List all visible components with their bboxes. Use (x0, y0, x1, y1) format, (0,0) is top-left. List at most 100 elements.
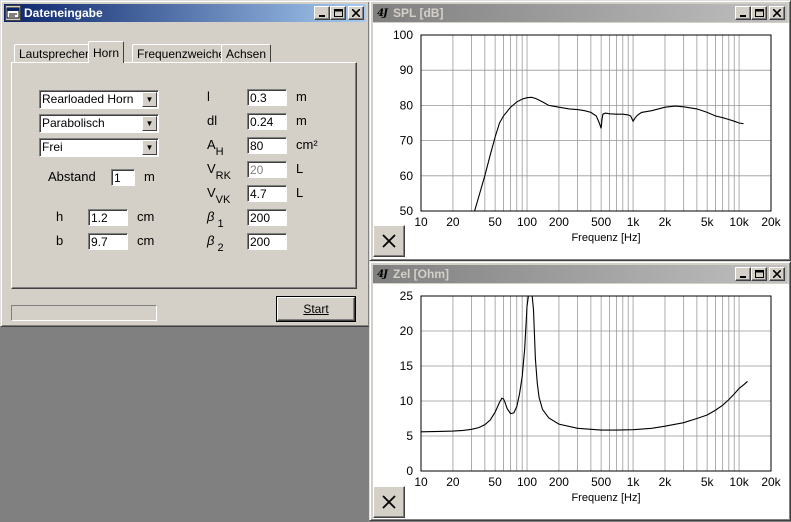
close-button[interactable] (769, 267, 785, 281)
dateneingabe-titlebar[interactable]: Dateneingabe (4, 4, 366, 22)
x-tick-label: 200 (549, 215, 569, 229)
param-dl-unit: m (296, 113, 307, 128)
spl-window: 4J SPL [dB] 50 60 70 80 90 100 10 20 50 100 200 500… (369, 0, 791, 261)
close-icon (382, 234, 396, 248)
minimize-button[interactable] (735, 267, 751, 281)
abstand-input[interactable]: 1 (111, 169, 135, 186)
minimize-button[interactable] (735, 6, 751, 20)
tab-frequenzweiche[interactable]: Frequenzweiche (132, 44, 231, 63)
param-vvk-label: VVK (207, 185, 231, 206)
x-tick-label: 1k (627, 475, 641, 489)
x-tick-label: 10 (414, 475, 428, 489)
y-tick-label: 100 (393, 28, 413, 42)
maximize-button[interactable] (330, 6, 346, 20)
param-vvk-unit: L (296, 185, 304, 200)
param-ah-input[interactable]: 80 (247, 137, 287, 154)
close-icon (382, 495, 396, 509)
x-tick-label: 20 (446, 475, 460, 489)
spl-close-plot-button[interactable] (373, 225, 405, 257)
param-vvk-input[interactable]: 4.7 (247, 185, 287, 202)
dateneingabe-window: Dateneingabe Lautsprecher Horn Frequenzw… (0, 0, 370, 327)
x-tick-label: 50 (488, 215, 502, 229)
close-button[interactable] (348, 6, 364, 20)
x-tick-label: 1k (627, 215, 641, 229)
abstand-unit: m (144, 169, 155, 184)
param-l-input[interactable]: 0.3 (247, 89, 287, 106)
y-tick-label: 20 (400, 324, 414, 338)
zel-close-plot-button[interactable] (373, 486, 405, 518)
horn-profile-value: Parabolisch (42, 116, 105, 130)
maximize-button[interactable] (751, 267, 767, 281)
param-vrk-input: 20 (247, 161, 287, 178)
x-tick-label: 200 (549, 475, 569, 489)
b-unit: cm (137, 233, 155, 248)
x-tick-label: 500 (591, 475, 611, 489)
x-axis-label: Frequenz [Hz] (571, 492, 640, 504)
tab-horn[interactable]: Horn (88, 41, 125, 63)
h-unit: cm (137, 209, 155, 224)
x-tick-label: 500 (591, 215, 611, 229)
zel-plot-area: 0 5 10 15 20 25 10 20 50 100 200 500 1k 2k 5k 10k 20k Fre… (373, 284, 789, 519)
tab-label: Frequenzweiche (137, 47, 226, 61)
x-tick-label: 10k (729, 215, 749, 229)
zel-window: 4J Zel [Ohm] 0 5 10 15 20 25 10 20 50 100 200 500 1k… (369, 261, 791, 521)
series-line (421, 296, 748, 433)
tab-label: Achsen (226, 47, 267, 61)
app-window-icon (5, 5, 21, 21)
zel-window-title: Zel [Ohm] (393, 267, 449, 281)
horn-profile-select[interactable]: Parabolisch ▼ (39, 114, 159, 133)
spl-plot-area: 50 60 70 80 90 100 10 20 50 100 200 500 1k 2k 5k 10k 20k… (373, 23, 789, 259)
y-tick-label: 60 (400, 169, 414, 183)
x-tick-label: 100 (517, 215, 537, 229)
x-tick-label: 2k (659, 215, 673, 229)
close-button[interactable] (769, 6, 785, 20)
spl-titlebar[interactable]: 4J SPL [dB] (373, 4, 787, 22)
progress-bar (11, 305, 157, 321)
tab-achsen[interactable]: Achsen (221, 44, 272, 63)
y-tick-label: 80 (400, 98, 414, 112)
param-l-label: l (207, 89, 210, 104)
start-button-label: Start (303, 302, 329, 316)
h-label: h (56, 209, 64, 224)
param-beta1-input[interactable]: 200 (247, 209, 287, 226)
chevron-down-icon[interactable]: ▼ (142, 140, 157, 155)
x-tick-label: 5k (701, 215, 715, 229)
y-tick-label: 70 (400, 134, 414, 148)
x-tick-label: 2k (659, 475, 673, 489)
param-ah-unit: cm² (296, 137, 318, 152)
minimize-button[interactable] (314, 6, 330, 20)
y-tick-label: 5 (406, 429, 413, 443)
spl-chart: 50 60 70 80 90 100 10 20 50 100 200 500 1k 2k 5k 10k 20k… (393, 28, 782, 244)
zel-titlebar[interactable]: 4J Zel [Ohm] (373, 265, 787, 283)
param-l-unit: m (296, 89, 307, 104)
tab-lautsprecher[interactable]: Lautsprecher (14, 44, 95, 63)
y-tick-label: 25 (400, 289, 414, 303)
horn-type-value: Rearloaded Horn (42, 92, 134, 106)
x-tick-label: 20 (446, 215, 460, 229)
y-tick-label: 0 (406, 464, 413, 478)
y-tick-label: 15 (400, 359, 414, 373)
plot-frame (420, 34, 772, 212)
maximize-button[interactable] (751, 6, 767, 20)
tab-label: Lautsprecher (19, 47, 90, 61)
y-tick-label: 50 (400, 204, 414, 218)
x-tick-label: 50 (488, 475, 502, 489)
chevron-down-icon[interactable]: ▼ (142, 92, 157, 107)
param-beta2-input[interactable]: 200 (247, 233, 287, 250)
param-vrk-label: VRK (207, 161, 231, 182)
mounting-value: Frei (42, 140, 63, 154)
param-beta1-label: β1 (207, 209, 224, 230)
series-line (474, 96, 744, 211)
h-input[interactable]: 1.2 (88, 209, 128, 226)
x-tick-label: 10k (729, 475, 749, 489)
mounting-select[interactable]: Frei ▼ (39, 138, 159, 157)
x-tick-label: 10 (414, 215, 428, 229)
horn-type-select[interactable]: Rearloaded Horn ▼ (39, 90, 159, 109)
param-ah-label: AH (207, 137, 224, 158)
start-button[interactable]: Start (277, 297, 355, 321)
param-dl-input[interactable]: 0.24 (247, 113, 287, 130)
x-tick-label: 5k (701, 475, 715, 489)
zel-chart: 0 5 10 15 20 25 10 20 50 100 200 500 1k 2k 5k 10k 20k Fre… (400, 289, 782, 504)
b-input[interactable]: 9.7 (88, 233, 128, 250)
chevron-down-icon[interactable]: ▼ (142, 116, 157, 131)
